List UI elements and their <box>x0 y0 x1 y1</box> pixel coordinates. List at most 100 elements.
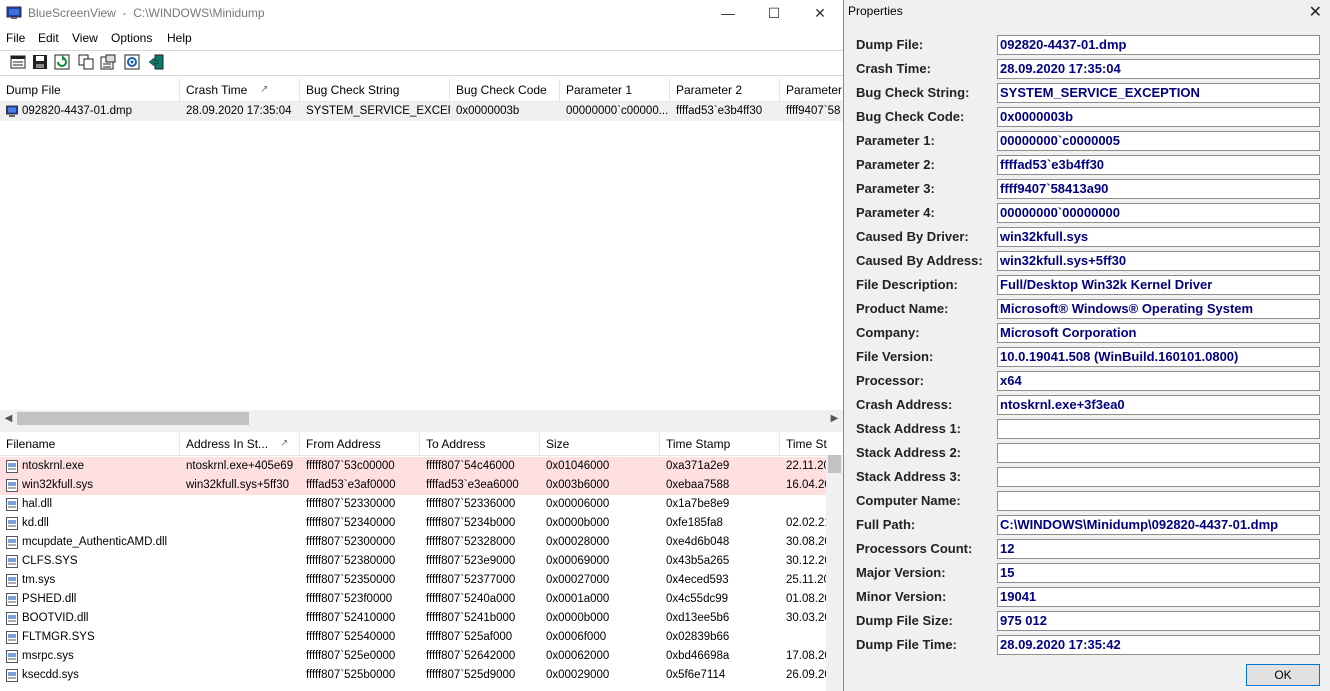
parameter-2-field[interactable]: ffffad53`e3b4ff30 <box>997 155 1320 175</box>
advanced-options-icon[interactable] <box>124 54 140 70</box>
menu-options[interactable]: Options <box>111 31 152 45</box>
menu-file[interactable]: File <box>6 31 25 45</box>
time-stamp-cell: 0xfe185fa8 <box>666 517 723 529</box>
crash-time-field[interactable]: 28.09.2020 17:35:04 <box>997 59 1320 79</box>
dump-row[interactable]: 092820-4437-01.dmp 28.09.2020 17:35:04 S… <box>0 102 843 121</box>
time-string-cell: 22.11.20 <box>786 460 826 472</box>
computer-name-label: Computer Name: <box>856 493 961 508</box>
column-parameter-1[interactable]: Parameter 1 <box>560 79 670 101</box>
driver-row[interactable]: tm.sys fffff807`52350000 fffff807`52377000… <box>0 571 826 590</box>
company-field[interactable]: Microsoft Corporation <box>997 323 1320 343</box>
html-report-icon[interactable] <box>10 54 26 70</box>
save-icon[interactable] <box>32 54 48 70</box>
parameter-3-field[interactable]: ffff9407`58413a90 <box>997 179 1320 199</box>
size-cell: 0x00006000 <box>546 498 610 510</box>
minor-version-field[interactable]: 19041 <box>997 587 1320 607</box>
properties-icon[interactable] <box>100 54 116 70</box>
bug-check-code-field[interactable]: 0x0000003b <box>997 107 1320 127</box>
column-size[interactable]: Size <box>540 433 660 455</box>
menu-help[interactable]: Help <box>167 31 192 45</box>
dump-file-size-field[interactable]: 975 012 <box>997 611 1320 631</box>
processors-count-field[interactable]: 12 <box>997 539 1320 559</box>
crash-time-cell: 28.09.2020 17:35:04 <box>186 105 292 117</box>
filename-cell: PSHED.dll <box>22 593 77 605</box>
major-version-field[interactable]: 15 <box>997 563 1320 583</box>
time-string-cell: 17.08.20 <box>786 650 826 662</box>
stack-address-3-field[interactable] <box>997 467 1320 487</box>
driver-row[interactable]: FLTMGR.SYS fffff807`52540000 fffff807`525a… <box>0 628 826 647</box>
refresh-icon[interactable] <box>54 54 70 70</box>
vertical-scroll-thumb[interactable] <box>828 455 841 473</box>
ok-button[interactable]: OK <box>1246 664 1320 686</box>
title-bar[interactable]: BlueScreenView - C:\WINDOWS\Minidump — ☐… <box>0 0 843 26</box>
column-bug-check-string[interactable]: Bug Check String <box>300 79 450 101</box>
driver-row[interactable]: msrpc.sys fffff807`525e0000 fffff807`52642… <box>0 647 826 666</box>
column-to-address[interactable]: To Address <box>420 433 540 455</box>
scroll-left-icon[interactable]: ◀ <box>0 410 17 427</box>
close-button[interactable]: ✕ <box>797 0 843 26</box>
driver-row[interactable]: ksecdd.sys fffff807`525b0000 fffff807`525d… <box>0 666 826 685</box>
file-version-field[interactable]: 10.0.19041.508 (WinBuild.160101.0800) <box>997 347 1320 367</box>
scroll-right-icon[interactable]: ▶ <box>826 410 843 427</box>
column-dump-file[interactable]: Dump File <box>0 79 180 101</box>
crash-address-field[interactable]: ntoskrnl.exe+3f3ea0 <box>997 395 1320 415</box>
minimize-button[interactable]: — <box>705 0 751 26</box>
driver-row[interactable]: win32kfull.sys win32kfull.sys+5ff30 ffffad… <box>0 476 826 495</box>
column-parameter-3[interactable]: Parameter <box>780 79 843 101</box>
column-time-stamp[interactable]: Time Stamp <box>660 433 780 455</box>
exit-icon[interactable] <box>148 54 164 70</box>
driver-row[interactable]: hal.dll fffff807`52330000 fffff807`5233600… <box>0 495 826 514</box>
column-filename[interactable]: Filename <box>0 433 180 455</box>
size-cell: 0x01046000 <box>546 460 610 472</box>
driver-list-vertical-scrollbar[interactable] <box>826 455 843 691</box>
from-address-cell: fffff807`52300000 <box>306 536 396 548</box>
driver-row[interactable]: ntoskrnl.exe ntoskrnl.exe+405e69 fffff807`… <box>0 457 826 476</box>
parameter-4-field[interactable]: 00000000`00000000 <box>997 203 1320 223</box>
menu-view[interactable]: View <box>72 31 98 45</box>
copy-icon[interactable] <box>78 54 94 70</box>
column-time-string[interactable]: Time St <box>780 433 843 455</box>
from-address-cell: fffff807`53c00000 <box>306 460 395 472</box>
to-address-cell: fffff807`5241b000 <box>426 612 516 624</box>
maximize-button[interactable]: ☐ <box>751 0 797 26</box>
column-from-address[interactable]: From Address <box>300 433 420 455</box>
bug-check-string-cell: SYSTEM_SERVICE_EXCEP... <box>306 105 450 117</box>
caused-by-address-field[interactable]: win32kfull.sys+5ff30 <box>997 251 1320 271</box>
parameter-1-cell: 00000000`c00000... <box>566 105 669 117</box>
column-crash-time[interactable]: Crash Time ↗ <box>180 79 300 101</box>
driver-row[interactable]: CLFS.SYS fffff807`52380000 fffff807`523e90… <box>0 552 826 571</box>
from-address-cell: fffff807`525b0000 <box>306 669 396 681</box>
caused-by-driver-field[interactable]: win32kfull.sys <box>997 227 1320 247</box>
dump-file-field[interactable]: 092820-4437-01.dmp <box>997 35 1320 55</box>
driver-row[interactable]: BOOTVID.dll fffff807`52410000 fffff807`524… <box>0 609 826 628</box>
driver-row[interactable]: mcupdate_AuthenticAMD.dll fffff807`523000… <box>0 533 826 552</box>
full-path-label: Full Path: <box>856 517 916 532</box>
horizontal-scroll-thumb[interactable] <box>17 412 249 425</box>
bug-check-string-field[interactable]: SYSTEM_SERVICE_EXCEPTION <box>997 83 1320 103</box>
driver-row[interactable]: kd.dll fffff807`52340000 fffff807`5234b000… <box>0 514 826 533</box>
stack-address-3-label: Stack Address 3: <box>856 469 962 484</box>
time-stamp-cell: 0x5f6e7114 <box>666 669 726 681</box>
crash-address-label: Crash Address: <box>856 397 953 412</box>
filename-cell: ksecdd.sys <box>22 669 79 681</box>
processor-label: Processor: <box>856 373 924 388</box>
dump-list-horizontal-scrollbar[interactable]: ◀ ▶ <box>0 410 843 427</box>
address-in-stack-cell <box>180 628 300 647</box>
column-address-in-stack[interactable]: Address In St... ↗ <box>180 433 300 455</box>
full-path-field[interactable]: C:\WINDOWS\Minidump\092820-4437-01.dmp <box>997 515 1320 535</box>
computer-name-field[interactable] <box>997 491 1320 511</box>
stack-address-2-field[interactable] <box>997 443 1320 463</box>
processor-field[interactable]: x64 <box>997 371 1320 391</box>
pane-splitter[interactable] <box>0 427 843 432</box>
dump-file-time-field[interactable]: 28.09.2020 17:35:42 <box>997 635 1320 655</box>
file-description-field[interactable]: Full/Desktop Win32k Kernel Driver <box>997 275 1320 295</box>
menu-edit[interactable]: Edit <box>38 31 59 45</box>
stack-address-1-field[interactable] <box>997 419 1320 439</box>
time-stamp-cell: 0x4eced593 <box>666 574 729 586</box>
parameter-1-field[interactable]: 00000000`c0000005 <box>997 131 1320 151</box>
properties-close-button[interactable]: ✕ <box>1309 2 1322 22</box>
column-bug-check-code[interactable]: Bug Check Code <box>450 79 560 101</box>
driver-row[interactable]: PSHED.dll fffff807`523f0000 fffff807`5240a… <box>0 590 826 609</box>
product-name-field[interactable]: Microsoft® Windows® Operating System <box>997 299 1320 319</box>
column-parameter-2[interactable]: Parameter 2 <box>670 79 780 101</box>
